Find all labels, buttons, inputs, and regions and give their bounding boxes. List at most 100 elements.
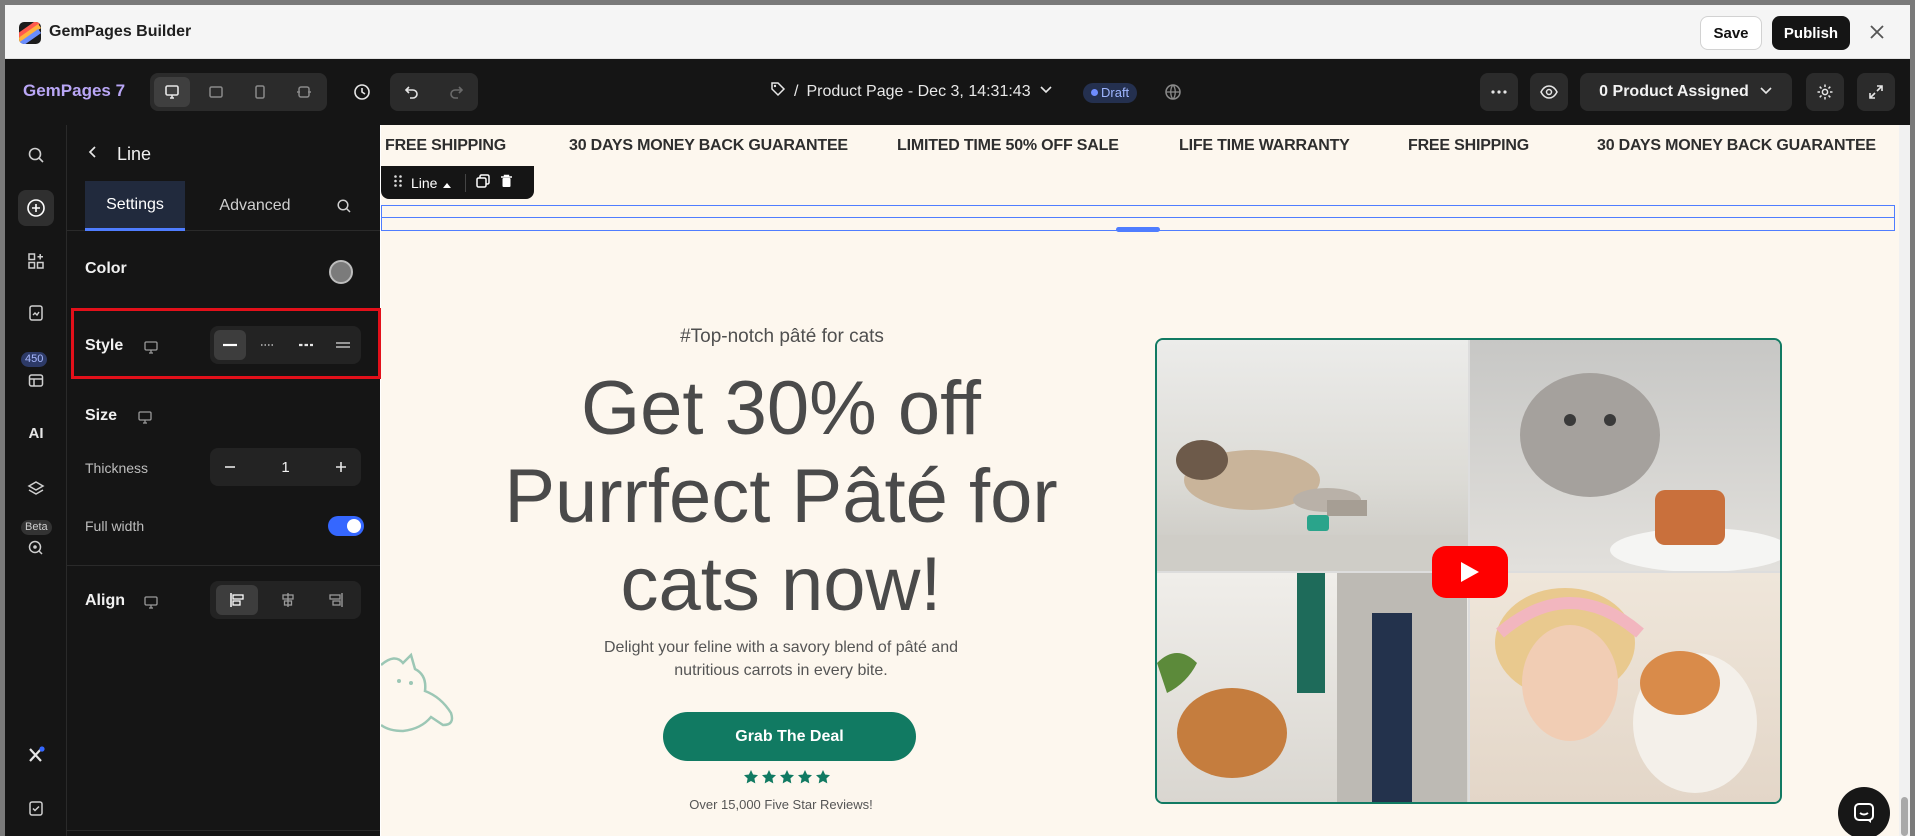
panel-header: Line (67, 125, 380, 181)
align-center-icon[interactable] (268, 585, 308, 615)
save-button[interactable]: Save (1700, 16, 1762, 50)
tab-settings[interactable]: Settings (85, 181, 185, 231)
panel-title: Line (117, 144, 152, 164)
ai-icon[interactable]: AI (18, 415, 54, 451)
full-width-toggle[interactable] (328, 516, 364, 536)
left-rail: 450 AI Beta (5, 125, 67, 836)
star-icon (780, 770, 794, 784)
star-icon (744, 770, 758, 784)
marquee-item: 30 DAYS MONEY BACK GUARANTEE (569, 137, 848, 154)
preview-button[interactable] (1530, 73, 1568, 111)
grab-deal-button[interactable]: Grab The Deal (663, 712, 916, 761)
history-icon[interactable] (344, 74, 380, 110)
duplicate-icon[interactable] (476, 174, 491, 191)
chat-launcher-button[interactable] (1838, 787, 1890, 836)
size-label: Size (85, 407, 118, 424)
color-swatch[interactable] (329, 260, 353, 284)
redo-icon[interactable] (438, 74, 474, 110)
thickness-stepper: 1 (210, 448, 361, 486)
marquee-item: LIMITED TIME 50% OFF SALE (897, 137, 1119, 154)
full-width-label: Full width (85, 518, 145, 534)
video-thumbnail-cat-eating (1157, 340, 1468, 571)
checklist-icon[interactable] (18, 790, 54, 826)
eye-icon (1540, 85, 1558, 99)
apps-icon[interactable] (18, 243, 54, 279)
marquee-item: FREE SHIPPING (385, 137, 506, 154)
templates-icon[interactable] (18, 362, 54, 398)
product-video[interactable] (1155, 338, 1782, 804)
align-right-icon[interactable] (316, 585, 356, 615)
layers-icon[interactable] (18, 471, 54, 507)
publish-button[interactable]: Publish (1772, 16, 1850, 50)
resize-handle[interactable] (1116, 227, 1160, 232)
tablet-view-icon[interactable] (198, 77, 234, 107)
minus-icon[interactable] (210, 448, 250, 486)
undo-icon[interactable] (394, 74, 430, 110)
status-badge: Draft (1083, 83, 1138, 103)
reviews-count: Over 15,000 Five Star Reviews! (689, 797, 873, 812)
announcement-marquee: FREE SHIPPING 30 DAYS MONEY BACK GUARANT… (381, 125, 1899, 167)
product-assign-label: 0 Product Assigned (1599, 83, 1749, 100)
selected-element-toolbar: Line (381, 166, 534, 199)
app-title: GemPages Builder (49, 23, 192, 40)
page-canvas: FREE SHIPPING 30 DAYS MONEY BACK GUARANT… (381, 125, 1899, 836)
align-label: Align (85, 592, 125, 609)
align-left-icon[interactable] (216, 585, 258, 615)
divider (67, 830, 380, 831)
theme-style-icon[interactable] (18, 530, 54, 566)
marquee-item: LIFE TIME WARRANTY (1179, 137, 1350, 154)
more-icon (1491, 90, 1507, 94)
app-window: GemPages Builder Save Publish GemPages 7 (5, 5, 1910, 836)
canvas-scrollbar[interactable] (1899, 125, 1910, 836)
thickness-input[interactable]: 1 (250, 448, 321, 486)
star-icon (798, 770, 812, 784)
video-thumbnail-woman-cat (1470, 573, 1780, 802)
gempages-logo-icon (19, 22, 41, 44)
star-icon (762, 770, 776, 784)
line-divider (382, 217, 1894, 218)
page-name-label: Product Page - Dec 3, 14:31:43 (806, 82, 1031, 100)
tag-icon (770, 81, 786, 102)
star-icon (816, 770, 830, 784)
tab-advanced[interactable]: Advanced (197, 181, 313, 231)
product-assign-dropdown[interactable]: 0 Product Assigned (1580, 73, 1792, 111)
drag-handle-icon[interactable] (393, 174, 403, 191)
page-path-prefix: / (794, 82, 799, 100)
plus-icon[interactable] (321, 448, 361, 486)
ai-label: AI (28, 424, 44, 442)
play-icon[interactable] (1432, 546, 1508, 598)
divider (465, 173, 467, 192)
trash-icon[interactable] (500, 174, 513, 191)
caret-up-icon[interactable] (443, 175, 452, 191)
desktop-scope-icon (143, 594, 159, 610)
language-globe-icon[interactable] (1155, 74, 1191, 110)
element-name-label[interactable]: Line (411, 175, 437, 191)
page-name-selector[interactable]: / Product Page - Dec 3, 14:31:43 (770, 81, 1053, 102)
gear-icon (1817, 84, 1833, 100)
hero-headline: Get 30% off Purrfect Pâté for cats now! (481, 365, 1081, 629)
pages-icon[interactable] (18, 295, 54, 331)
hero-kicker: #Top-notch pâté for cats (680, 326, 884, 347)
editor-toolbar: GemPages 7 / Product Page - Dec 3, 14:31… (5, 59, 1910, 125)
expand-icon (1869, 85, 1883, 99)
desktop-view-icon[interactable] (154, 77, 190, 107)
align-selector (210, 581, 361, 619)
mobile-view-icon[interactable] (242, 77, 278, 107)
video-thumbnail-kitten (1470, 340, 1780, 571)
panel-tabs: Settings Advanced (67, 181, 380, 231)
video-thumbnail-serving (1157, 573, 1468, 802)
search-icon[interactable] (329, 181, 359, 231)
search-icon[interactable] (18, 137, 54, 173)
headline-line: Purrfect Pâté for (504, 454, 1058, 539)
close-icon[interactable] (1866, 22, 1888, 44)
more-options-button[interactable] (1480, 73, 1518, 111)
x-integration-icon[interactable] (18, 737, 54, 773)
fullscreen-button[interactable] (1857, 73, 1895, 111)
page-settings-button[interactable] (1806, 73, 1844, 111)
marquee-item: FREE SHIPPING (1408, 137, 1529, 154)
chevron-left-icon[interactable] (85, 144, 101, 160)
annotation-highlight-box (71, 308, 381, 379)
add-element-icon[interactable] (18, 190, 54, 226)
scroll-thumb[interactable] (1901, 797, 1908, 836)
responsive-view-icon[interactable] (286, 77, 322, 107)
